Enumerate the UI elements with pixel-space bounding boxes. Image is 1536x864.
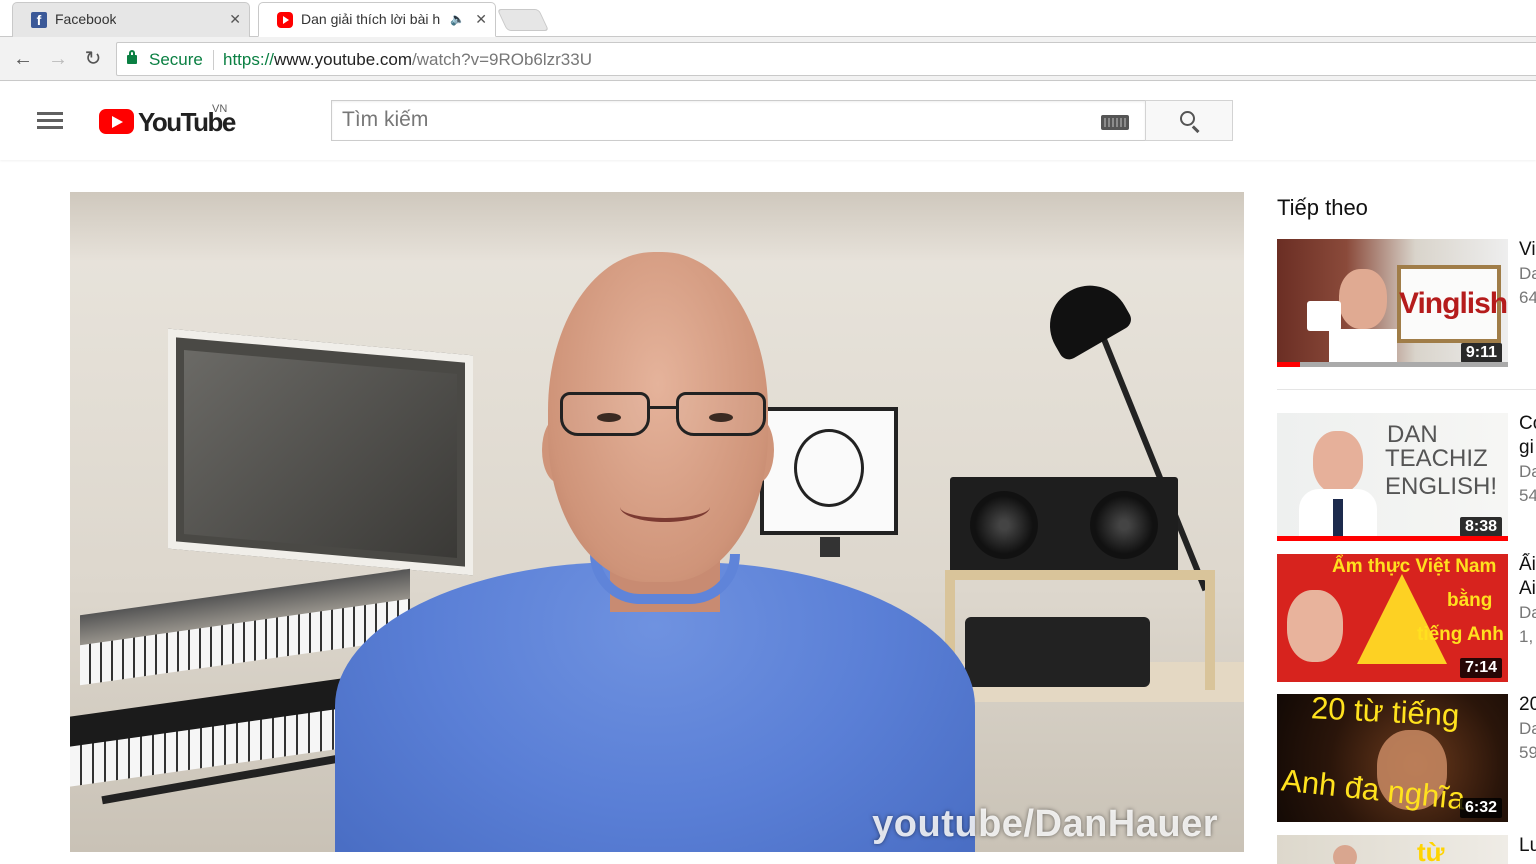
video-thumbnail[interactable]: 20 từ tiếng Anh đa nghĩa 6:32 <box>1277 694 1508 822</box>
youtube-masthead: YouTube VN Tìm kiếm <box>0 82 1536 160</box>
tab-title: Dan giải thích lời bài h <box>301 11 441 27</box>
video-title: 20 <box>1519 694 1536 715</box>
thumbnail-text: ENGLISH! <box>1385 473 1498 500</box>
radio <box>965 617 1150 687</box>
thumbnail-text: tiếng Anh <box>1417 624 1504 645</box>
thumbnail-text: 20 từ tiếng <box>1310 694 1461 733</box>
youtube-logo[interactable]: YouTube VN <box>99 103 239 137</box>
channel-name: Da <box>1519 462 1536 481</box>
video-thumbnail[interactable]: Ẩm thực Việt Nam bằng tiếng Anh 7:14 <box>1277 554 1508 682</box>
search-button[interactable] <box>1145 100 1233 141</box>
secure-label: Secure <box>149 50 203 69</box>
view-count: 54 <box>1519 486 1536 505</box>
youtube-icon <box>277 12 293 28</box>
browser-toolbar: ← → ↻ Secure https://www.youtube.com/wat… <box>0 37 1536 81</box>
thumbnail-text: bằng <box>1447 590 1493 611</box>
close-icon[interactable]: ✕ <box>229 3 241 36</box>
thumbnail-text: TEACHIZ <box>1385 445 1488 472</box>
search-icon <box>1180 111 1195 126</box>
channel-name: Da <box>1519 264 1536 283</box>
back-arrow-icon[interactable]: ← <box>10 46 36 72</box>
video-meta[interactable]: Vi Da 64 <box>1519 238 1536 310</box>
video-watermark: youtube/DanHauer <box>872 803 1218 845</box>
studio-window <box>168 328 473 576</box>
tab-title: Facebook <box>55 11 117 27</box>
studio-speaker <box>950 477 1178 575</box>
close-icon[interactable]: ✕ <box>475 3 487 36</box>
address-bar[interactable]: Secure https://www.youtube.com/watch?v=9… <box>116 42 1536 76</box>
video-meta[interactable]: Ẩi Ai Da 1, <box>1519 553 1536 649</box>
video-duration: 7:14 <box>1459 658 1502 678</box>
video-duration: 8:38 <box>1459 517 1502 537</box>
channel-name: Da <box>1519 603 1536 622</box>
video-thumbnail[interactable]: từ <box>1277 835 1508 864</box>
new-tab-button[interactable] <box>496 9 550 31</box>
url-text[interactable]: https://www.youtube.com/watch?v=9ROb6lzr… <box>223 50 592 70</box>
region-code: VN <box>212 103 228 115</box>
divider <box>1277 389 1536 390</box>
youtube-play-icon <box>99 109 134 134</box>
search-placeholder: Tìm kiếm <box>342 108 429 131</box>
video-duration: 9:11 <box>1460 343 1502 363</box>
video-title: gi <box>1519 437 1534 458</box>
view-count: 59 <box>1519 743 1536 762</box>
video-meta[interactable]: Co gi Da 54 <box>1519 412 1536 508</box>
url-path: /watch?v=9ROb6lzr33U <box>411 50 592 69</box>
video-meta[interactable]: 20 Da 59 <box>1519 693 1536 765</box>
video-title: Co <box>1519 413 1536 434</box>
tab-youtube-video[interactable]: Dan giải thích lời bài h 🔈 ✕ <box>258 2 496 37</box>
video-title: Ẩi <box>1519 554 1536 575</box>
video-title: Vi <box>1519 239 1536 260</box>
up-next-heading: Tiếp theo <box>1277 195 1368 220</box>
menu-icon[interactable] <box>37 112 63 130</box>
video-thumbnail[interactable]: DAN TEACHIZ ENGLISH! 8:38 <box>1277 413 1508 541</box>
reload-icon[interactable]: ↻ <box>80 46 106 72</box>
thumbnail-text: từ <box>1417 837 1445 864</box>
speaker-icon[interactable]: 🔈 <box>450 3 465 36</box>
thumbnail-text: Vinglish <box>1399 287 1508 320</box>
facebook-icon: f <box>31 12 47 28</box>
channel-name: Da <box>1519 719 1536 738</box>
watch-progress <box>1277 362 1508 367</box>
studio-monitor <box>760 407 898 535</box>
video-title: Lu <box>1519 835 1536 856</box>
view-count: 64 <box>1519 288 1536 307</box>
glasses <box>560 392 770 438</box>
divider <box>213 50 214 70</box>
url-scheme: https:// <box>223 50 275 69</box>
watch-progress <box>1277 536 1508 541</box>
browser-tabstrip: f Facebook ✕ Dan giải thích lời bài h 🔈 … <box>0 0 1536 37</box>
video-title: Ai <box>1519 578 1536 599</box>
lock-icon <box>127 50 137 64</box>
keyboard-icon[interactable] <box>1101 115 1129 130</box>
video-meta[interactable]: Lu <box>1519 834 1536 858</box>
video-duration: 6:32 <box>1459 798 1502 818</box>
video-player[interactable]: youtube/DanHauer <box>70 192 1244 852</box>
view-count: 1, <box>1519 627 1534 646</box>
url-host: www.youtube.com <box>274 50 412 69</box>
video-thumbnail[interactable]: Vinglish 9:11 <box>1277 239 1508 367</box>
forward-arrow-icon[interactable]: → <box>45 46 71 72</box>
search-input[interactable]: Tìm kiếm <box>331 100 1145 141</box>
tab-facebook[interactable]: f Facebook ✕ <box>12 2 250 37</box>
thumbnail-text: Ẩm thực Việt Nam <box>1332 556 1497 577</box>
